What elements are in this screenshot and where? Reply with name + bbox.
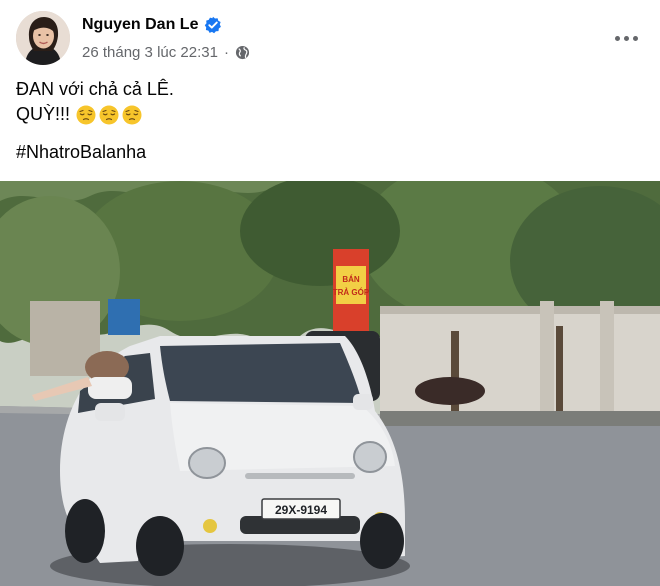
sign-text-line-1: BÁN [342, 275, 360, 284]
post-timestamp[interactable]: 26 tháng 3 lúc 22:31 [82, 44, 218, 61]
globe-icon[interactable] [235, 45, 250, 60]
verified-badge-icon [204, 16, 222, 34]
author-line: Nguyen Dan Le [82, 16, 222, 34]
hashtag-link[interactable]: #NhatroBalanha [16, 140, 146, 165]
avatar[interactable] [16, 11, 70, 65]
message-line-2-text: QUỲ!!! [16, 104, 71, 124]
facebook-post: Nguyen Dan Le 26 tháng 3 lúc 22:31 · ĐAN… [0, 0, 660, 586]
post-message: ĐAN với chả cả LÊ. QUỲ!!! #NhatroBalanha [16, 77, 174, 165]
hashtag-line: #NhatroBalanha [16, 140, 174, 165]
street-scene-image: BÁN TRẢ GÓP 29X-9194 [0, 181, 660, 586]
more-options-button[interactable] [608, 23, 644, 53]
author-name[interactable]: Nguyen Dan Le [82, 16, 198, 34]
pensive-face-emoji-icon [122, 105, 142, 125]
pensive-face-emoji-icon [99, 105, 119, 125]
license-plate-text: 29X-9194 [275, 503, 327, 517]
sign-text-line-2: TRẢ GÓP [333, 288, 370, 297]
post-header: Nguyen Dan Le 26 tháng 3 lúc 22:31 · [16, 11, 644, 69]
post-photo[interactable]: BÁN TRẢ GÓP 29X-9194 [0, 181, 660, 586]
message-line-1: ĐAN với chả cả LÊ. [16, 77, 174, 102]
avatar-image [16, 11, 70, 65]
message-line-1-text: ĐAN với chả cả LÊ. [16, 79, 174, 99]
message-line-2: QUỲ!!! [16, 102, 174, 127]
post-meta: 26 tháng 3 lúc 22:31 · [82, 44, 250, 61]
more-options-icon [614, 35, 620, 41]
meta-separator: · [223, 44, 229, 61]
pensive-face-emoji-icon [76, 105, 96, 125]
